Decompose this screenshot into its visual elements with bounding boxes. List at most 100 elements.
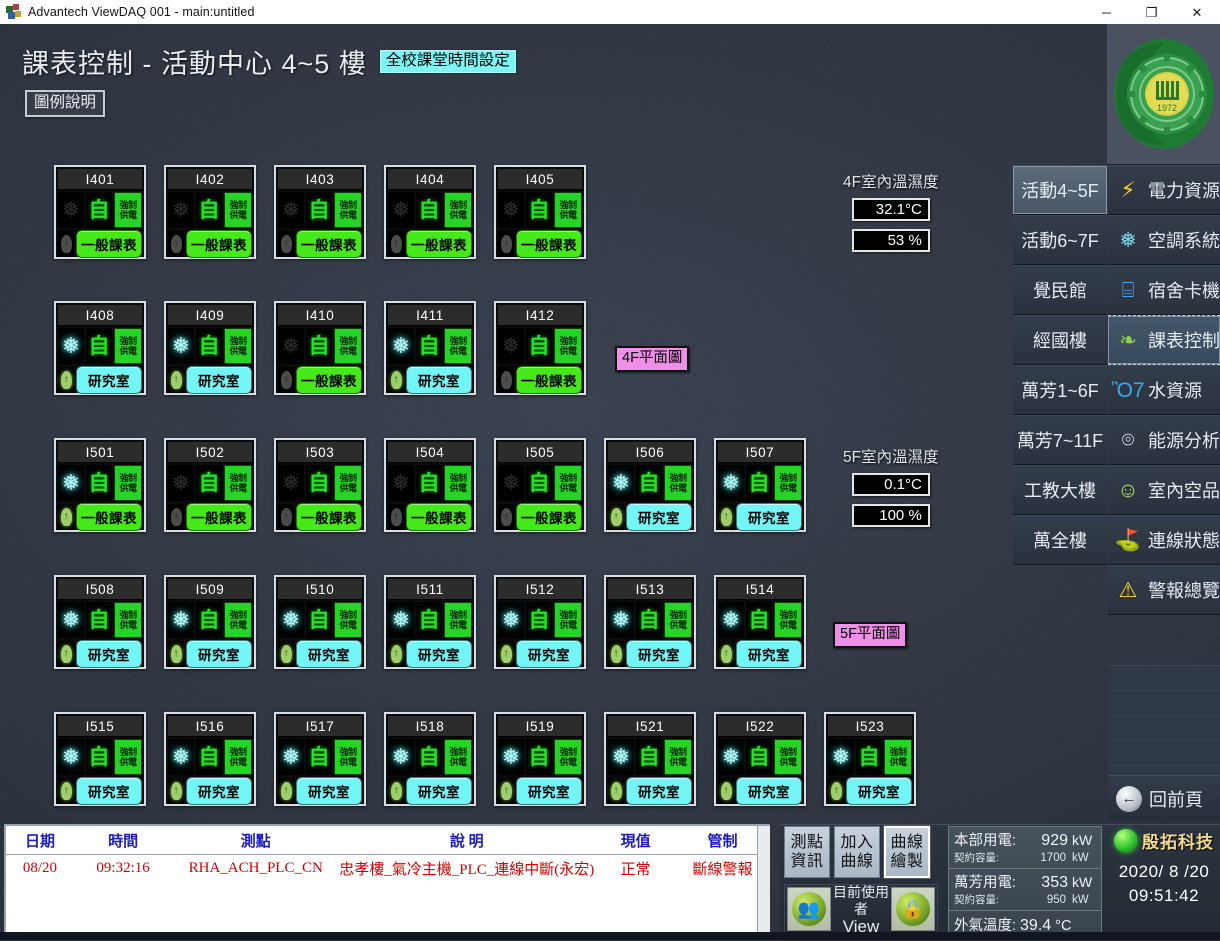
door-sensor-icon[interactable]: ↑: [388, 367, 404, 393]
auto-mode-icon[interactable]: 自: [86, 739, 112, 775]
auto-mode-icon[interactable]: 自: [196, 328, 222, 364]
add-curve-button[interactable]: 加入 曲線: [834, 826, 880, 878]
room-status-button[interactable]: 研究室: [516, 777, 582, 805]
sidebar-item-jingguo-building[interactable]: 經國樓: [1013, 315, 1107, 365]
door-sensor-icon[interactable]: ↑: [718, 641, 734, 667]
force-power-icon[interactable]: 強制 供電: [554, 328, 582, 364]
snowflake-icon[interactable]: ❅: [388, 192, 414, 228]
sidebar-item-hvac-system[interactable]: ❅ 空調系統: [1108, 215, 1220, 265]
room-status-button[interactable]: 一般課表: [296, 366, 362, 394]
floorplan-4f[interactable]: 4F平面圖: [615, 346, 690, 372]
room-status-button[interactable]: 研究室: [516, 640, 582, 668]
room-status-button[interactable]: 研究室: [186, 777, 252, 805]
snowflake-icon[interactable]: ❅: [718, 739, 744, 775]
sidebar-item-wanfang-7-11f[interactable]: 萬芳7~11F: [1013, 415, 1107, 465]
force-power-icon[interactable]: 強制 供電: [774, 739, 802, 775]
auto-mode-icon[interactable]: 自: [416, 328, 442, 364]
force-power-icon[interactable]: 強制 供電: [224, 465, 252, 501]
alarm-scrollbar[interactable]: [757, 826, 770, 932]
force-power-icon[interactable]: 強制 供電: [114, 739, 142, 775]
room-card-i411[interactable]: I411 ❅ 自強制 供電 ↑ 研究室: [384, 301, 476, 395]
door-sensor-icon[interactable]: ↑: [498, 367, 514, 393]
room-status-button[interactable]: 研究室: [406, 777, 472, 805]
room-status-button[interactable]: 一般課表: [296, 230, 362, 258]
room-status-button[interactable]: 研究室: [296, 640, 362, 668]
auto-mode-icon[interactable]: 自: [746, 465, 772, 501]
room-status-button[interactable]: 研究室: [406, 640, 472, 668]
room-card-i402[interactable]: I402 ❅ 自強制 供電 ↑ 一般課表: [164, 165, 256, 259]
room-card-i403[interactable]: I403 ❅ 自強制 供電 ↑ 一般課表: [274, 165, 366, 259]
close-button[interactable]: ✕: [1174, 0, 1220, 24]
snowflake-icon[interactable]: ❅: [58, 739, 84, 775]
room-card-i505[interactable]: I505 ❅ 自強制 供電 ↑ 一般課表: [494, 438, 586, 532]
auto-mode-icon[interactable]: 自: [856, 739, 882, 775]
room-status-button[interactable]: 研究室: [186, 640, 252, 668]
force-power-icon[interactable]: 強制 供電: [334, 739, 362, 775]
door-sensor-icon[interactable]: ↑: [498, 641, 514, 667]
snowflake-icon[interactable]: ❅: [168, 602, 194, 638]
snowflake-icon[interactable]: ❅: [168, 192, 194, 228]
door-sensor-icon[interactable]: ↑: [168, 231, 184, 257]
auto-mode-icon[interactable]: 自: [306, 192, 332, 228]
room-status-button[interactable]: 研究室: [296, 777, 362, 805]
door-sensor-icon[interactable]: ↑: [388, 641, 404, 667]
room-status-button[interactable]: 研究室: [76, 366, 142, 394]
snowflake-icon[interactable]: ❅: [498, 328, 524, 364]
door-sensor-icon[interactable]: ↑: [388, 231, 404, 257]
force-power-icon[interactable]: 強制 供電: [334, 328, 362, 364]
room-card-i523[interactable]: I523 ❅ 自強制 供電 ↑ 研究室: [824, 712, 916, 806]
legend-button[interactable]: 圖例說明: [25, 90, 106, 117]
room-status-button[interactable]: 研究室: [736, 777, 802, 805]
door-sensor-icon[interactable]: ↑: [168, 641, 184, 667]
auto-mode-icon[interactable]: 自: [416, 465, 442, 501]
door-sensor-icon[interactable]: ↑: [608, 504, 624, 530]
auto-mode-icon[interactable]: 自: [636, 739, 662, 775]
room-card-i509[interactable]: I509 ❅ 自強制 供電 ↑ 研究室: [164, 575, 256, 669]
sidebar-item-power-resource[interactable]: ⚡ 電力資源: [1108, 165, 1220, 215]
room-card-i521[interactable]: I521 ❅ 自強制 供電 ↑ 研究室: [604, 712, 696, 806]
users-icon[interactable]: 👥: [787, 887, 831, 931]
room-status-button[interactable]: 研究室: [626, 640, 692, 668]
room-status-button[interactable]: 研究室: [626, 503, 692, 531]
snowflake-icon[interactable]: ❅: [388, 602, 414, 638]
point-info-button[interactable]: 測點 資訊: [784, 826, 830, 878]
auto-mode-icon[interactable]: 自: [86, 192, 112, 228]
auto-mode-icon[interactable]: 自: [306, 465, 332, 501]
auto-mode-icon[interactable]: 自: [526, 602, 552, 638]
curve-plot-button[interactable]: 曲線 繪製: [884, 826, 930, 878]
force-power-icon[interactable]: 強制 供電: [444, 328, 472, 364]
sidebar-item-connection-status[interactable]: ⛳ 連線狀態: [1108, 515, 1220, 565]
room-status-button[interactable]: 研究室: [736, 640, 802, 668]
room-status-button[interactable]: 一般課表: [516, 230, 582, 258]
door-sensor-icon[interactable]: ↑: [718, 778, 734, 804]
room-card-i501[interactable]: I501 ❅ 自強制 供電 ↑ 一般課表: [54, 438, 146, 532]
door-sensor-icon[interactable]: ↑: [608, 778, 624, 804]
room-status-button[interactable]: 研究室: [846, 777, 912, 805]
force-power-icon[interactable]: 強制 供電: [664, 739, 692, 775]
force-power-icon[interactable]: 強制 供電: [444, 465, 472, 501]
force-power-icon[interactable]: 強制 供電: [554, 739, 582, 775]
floorplan-5f[interactable]: 5F平面圖: [833, 622, 908, 648]
door-sensor-icon[interactable]: ↑: [718, 504, 734, 530]
snowflake-icon[interactable]: ❅: [278, 739, 304, 775]
snowflake-icon[interactable]: ❅: [388, 328, 414, 364]
force-power-icon[interactable]: 強制 供電: [554, 465, 582, 501]
auto-mode-icon[interactable]: 自: [526, 739, 552, 775]
room-card-i409[interactable]: I409 ❅ 自強制 供電 ↑ 研究室: [164, 301, 256, 395]
sidebar-item-juemin-hall[interactable]: 覺民館: [1013, 265, 1107, 315]
door-sensor-icon[interactable]: ↑: [498, 231, 514, 257]
room-status-button[interactable]: 一般課表: [296, 503, 362, 531]
auto-mode-icon[interactable]: 自: [306, 602, 332, 638]
sidebar-item-wanfang-1-6f[interactable]: 萬芳1~6F: [1013, 365, 1107, 415]
snowflake-icon[interactable]: ❅: [278, 328, 304, 364]
room-card-i504[interactable]: I504 ❅ 自強制 供電 ↑ 一般課表: [384, 438, 476, 532]
snowflake-icon[interactable]: ❅: [608, 465, 634, 501]
sidebar-item-activity-4-5f[interactable]: 活動4~5F: [1013, 165, 1107, 215]
force-power-icon[interactable]: 強制 供電: [774, 602, 802, 638]
door-sensor-icon[interactable]: ↑: [278, 778, 294, 804]
door-sensor-icon[interactable]: ↑: [278, 231, 294, 257]
room-status-button[interactable]: 一般課表: [186, 503, 252, 531]
door-sensor-icon[interactable]: ↑: [828, 778, 844, 804]
force-power-icon[interactable]: 強制 供電: [664, 602, 692, 638]
room-card-i408[interactable]: I408 ❅ 自強制 供電 ↑ 研究室: [54, 301, 146, 395]
